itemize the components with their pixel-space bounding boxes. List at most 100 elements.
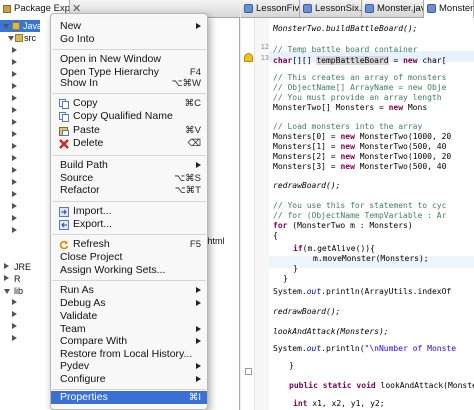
copy-icon [59, 99, 69, 109]
code-line: } [293, 264, 298, 273]
menu-item-debug-as[interactable]: Debug As [51, 297, 207, 310]
menu-item-refresh[interactable]: Refresh F5 [51, 238, 207, 251]
tab-monstertwo-active[interactable]: Monster [424, 0, 474, 18]
refresh-icon [59, 240, 69, 250]
line-number: 13 [260, 54, 269, 62]
chevron-right-icon[interactable] [12, 155, 17, 161]
delete-icon [59, 139, 69, 149]
chevron-right-icon[interactable] [12, 167, 17, 173]
code-line: } [289, 361, 294, 370]
chevron-down-icon[interactable] [8, 36, 14, 41]
chevron-right-icon[interactable] [4, 275, 9, 281]
menu-item-new[interactable]: New [51, 20, 207, 33]
code-line: for (MonsterTwo m : Monsters) [273, 221, 413, 230]
menu-item-assign-working-sets[interactable]: Assign Working Sets... [51, 264, 207, 277]
menu-item-properties[interactable]: Properties ⌘I [51, 391, 207, 404]
code-line: { [273, 231, 278, 240]
chevron-right-icon[interactable] [12, 227, 17, 233]
menu-item-delete[interactable]: Delete ⌫ [51, 137, 207, 150]
java-editor[interactable]: LessonFive.java LessonSix.java Monster.j… [241, 0, 474, 410]
java-file-icon [244, 4, 253, 13]
chevron-right-icon[interactable] [12, 107, 17, 113]
chevron-right-icon[interactable] [12, 215, 17, 221]
code-line: System.out.println(ArrayUtils.indexOf [273, 287, 452, 296]
tree-item-referenced[interactable]: R [14, 274, 21, 284]
code-line: redrawBoard(); [273, 307, 341, 316]
menu-item-close-project[interactable]: Close Project [51, 251, 207, 264]
chevron-right-icon[interactable] [12, 191, 17, 197]
menu-item-compare-with[interactable]: Compare With [51, 335, 207, 348]
tree-item-label: Java C [23, 21, 52, 31]
code-line: System.out.println("\nNumber of Monste [273, 344, 457, 353]
chevron-right-icon[interactable] [12, 203, 17, 209]
chevron-right-icon[interactable] [12, 143, 17, 149]
editor-tab-bar: LessonFive.java LessonSix.java Monster.j… [241, 0, 474, 18]
chevron-right-icon[interactable] [12, 59, 17, 65]
chevron-right-icon[interactable] [12, 311, 17, 317]
submenu-arrow-icon [196, 326, 201, 332]
chevron-down-icon[interactable] [4, 289, 10, 294]
menu-separator [52, 93, 206, 94]
menu-item-export[interactable]: Export... [51, 218, 207, 231]
chevron-right-icon[interactable] [12, 119, 17, 125]
menu-item-pydev[interactable]: Pydev [51, 360, 207, 373]
tab-label: LessonFive.java [256, 3, 300, 14]
chevron-right-icon[interactable] [12, 131, 17, 137]
chevron-right-icon[interactable] [12, 335, 17, 341]
line-number: 12 [260, 43, 269, 51]
tree-item-src[interactable]: src [24, 33, 36, 43]
chevron-right-icon[interactable] [12, 179, 17, 185]
menu-item-build-path[interactable]: Build Path [51, 159, 207, 172]
menu-item-open-in-new-window[interactable]: Open in New Window [51, 53, 207, 66]
code-line: MonsterTwo[] Monsters = new Mons [273, 103, 428, 112]
submenu-arrow-icon [196, 376, 201, 382]
code-line: redrawBoard(); [273, 181, 341, 190]
menu-separator [52, 155, 206, 156]
code-line: char[][] tempBattleBoard = new char[ [273, 56, 447, 65]
menu-separator [52, 280, 206, 281]
menu-item-go-into[interactable]: Go Into [51, 33, 207, 46]
menu-separator [52, 49, 206, 50]
chevron-right-icon[interactable] [12, 71, 17, 77]
submenu-arrow-icon [196, 162, 201, 168]
warning-icon[interactable] [244, 53, 253, 62]
code-line: int x1, x2, y1, y2; [293, 399, 385, 408]
tab-monster[interactable]: Monster.java [362, 0, 424, 18]
code-line: public static void lookAndAttack(Monste [289, 381, 474, 390]
tree-item-lib[interactable]: lib [14, 286, 23, 296]
menu-item-import[interactable]: Import... [51, 205, 207, 218]
tab-lessonsix[interactable]: LessonSix.java [300, 0, 362, 18]
chevron-right-icon[interactable] [12, 299, 17, 305]
submenu-arrow-icon [196, 23, 201, 29]
menu-item-show-in[interactable]: Show In ⌥⌘W [51, 77, 207, 90]
tab-label: LessonSix.java [315, 3, 362, 14]
fold-toggle-icon[interactable] [245, 368, 252, 375]
context-menu: New Go Into Open in New Window Open Type… [50, 13, 208, 410]
menu-item-configure[interactable]: Configure [51, 373, 207, 386]
submenu-arrow-icon [196, 363, 201, 369]
chevron-right-icon[interactable] [12, 83, 17, 89]
menu-item-run-as[interactable]: Run As [51, 284, 207, 297]
java-file-icon [365, 4, 374, 13]
source-folder-icon [15, 34, 23, 42]
chevron-right-icon[interactable] [12, 323, 17, 329]
copy-qualified-name-icon [59, 112, 69, 122]
menu-item-paste[interactable]: Paste ⌘V [51, 124, 207, 137]
java-file-icon [303, 4, 312, 13]
submenu-arrow-icon [196, 338, 201, 344]
tab-lessonfive[interactable]: LessonFive.java [241, 0, 300, 18]
package-explorer-icon [3, 5, 11, 13]
menu-item-validate[interactable]: Validate [51, 310, 207, 323]
code-line: Monsters[3] = new MonsterTwo(500, 40 [273, 162, 447, 171]
menu-item-copy[interactable]: Copy ⌘C [51, 97, 207, 110]
chevron-right-icon[interactable] [12, 95, 17, 101]
menu-item-refactor[interactable]: Refactor ⌥⌘T [51, 184, 207, 197]
menu-item-copy-qualified-name[interactable]: Copy Qualified Name [51, 110, 207, 123]
chevron-right-icon[interactable] [12, 47, 17, 53]
chevron-right-icon[interactable] [4, 263, 9, 269]
code-line: m.moveMonster(Monsters); [313, 254, 429, 263]
chevron-down-icon[interactable] [3, 24, 9, 29]
code-line: MonsterTwo.buildBattleBoard(); [273, 24, 418, 33]
paste-icon [59, 126, 69, 136]
tree-item-jre[interactable]: JRE [14, 262, 31, 272]
